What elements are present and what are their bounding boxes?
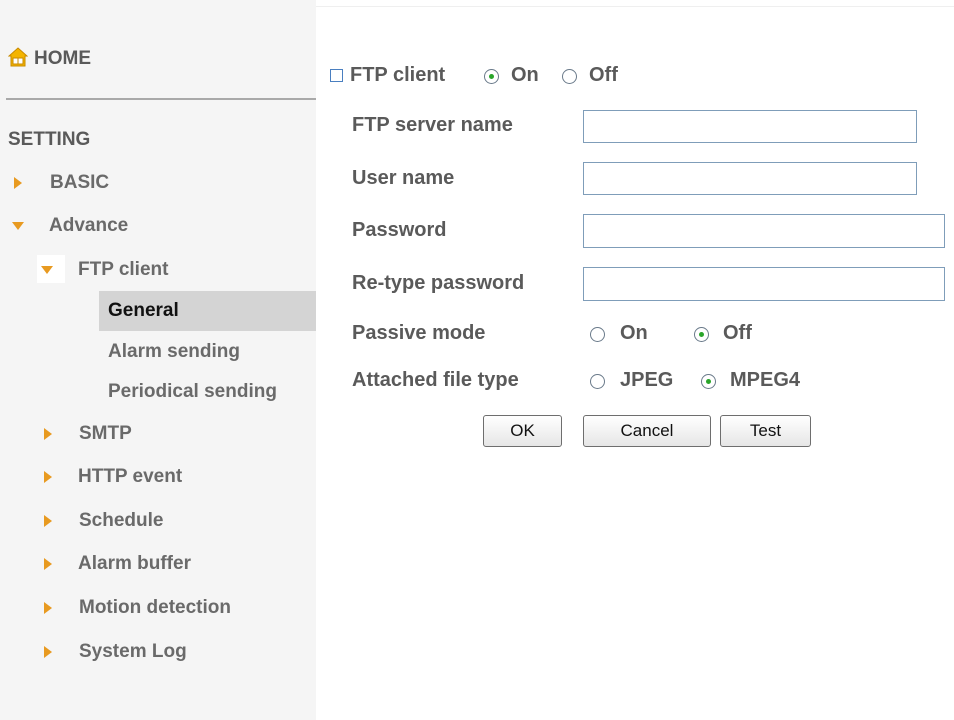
retype-password-label: Re-type password [352,272,525,294]
sidebar-item-label: SMTP [79,423,132,444]
sidebar-item-label: HTTP event [78,466,183,487]
retype-password-input[interactable] [583,267,945,301]
sidebar-item-smtp[interactable]: SMTP [44,422,132,446]
sidebar-item-advance[interactable]: Advance [12,214,128,238]
file-type-jpeg-radio[interactable] [590,374,605,389]
sidebar-item-schedule[interactable]: Schedule [44,509,163,533]
ok-button[interactable]: OK [483,415,562,447]
sidebar-item-label: System Log [79,641,187,662]
ftp-client-off-radio[interactable] [562,69,577,84]
section-square-icon [330,69,343,82]
sidebar-item-label: Advance [49,215,129,236]
sidebar-item-motion-detection[interactable]: Motion detection [44,596,231,620]
chevron-right-icon [44,428,66,440]
chevron-down-icon [41,266,63,274]
user-name-label: User name [352,167,455,189]
chevron-right-icon [44,471,66,483]
setting-heading: SETTING [8,129,91,150]
file-type-mpeg4-label: MPEG4 [730,369,801,391]
passive-mode-on-label: On [620,322,648,344]
sidebar-item-label: Alarm buffer [78,553,191,574]
chevron-right-icon [44,646,66,658]
ftp-server-name-input[interactable] [583,110,917,143]
ftp-server-name-label: FTP server name [352,114,513,136]
password-label: Password [352,219,447,241]
file-type-jpeg-label: JPEG [620,369,674,391]
file-type-mpeg4-radio[interactable] [701,374,716,389]
ftp-client-label: FTP client [350,64,446,86]
sidebar-subitem-periodical-sending[interactable]: Periodical sending [108,381,277,403]
sidebar-item-basic[interactable]: BASIC [14,171,109,195]
home-link[interactable]: HOME [7,44,91,74]
sidebar-item-label: BASIC [50,172,110,193]
sidebar-item-http-event[interactable]: HTTP event [44,465,182,489]
sidebar-item-label: Motion detection [79,597,231,618]
password-input[interactable] [583,214,945,248]
sidebar-item-label: FTP client [78,259,169,280]
sidebar-subitem-general[interactable]: General [108,300,179,322]
passive-mode-on-radio[interactable] [590,327,605,342]
sidebar-item-alarm-buffer[interactable]: Alarm buffer [44,552,191,576]
sidebar-item-label: Schedule [79,510,164,531]
home-label: HOME [34,48,91,69]
cancel-button[interactable]: Cancel [583,415,711,447]
sidebar-item-ftp-client[interactable]: FTP client [41,258,168,282]
chevron-down-icon [12,222,34,230]
chevron-right-icon [44,558,66,570]
ftp-client-off-label: Off [589,64,618,86]
sidebar: HOME SETTING BASIC Advance FTP client Ge… [0,0,316,720]
sidebar-subitem-alarm-sending[interactable]: Alarm sending [108,341,240,363]
home-icon [7,46,29,72]
user-name-input[interactable] [583,162,917,195]
passive-mode-off-radio[interactable] [694,327,709,342]
passive-mode-label: Passive mode [352,322,486,344]
ftp-client-on-radio[interactable] [484,69,499,84]
divider [316,6,954,7]
chevron-right-icon [44,602,66,614]
chevron-right-icon [44,515,66,527]
attached-file-type-label: Attached file type [352,369,519,391]
divider [6,98,316,100]
passive-mode-off-label: Off [723,322,752,344]
sidebar-item-system-log[interactable]: System Log [44,640,187,664]
chevron-right-icon [14,177,36,189]
ftp-client-on-label: On [511,64,539,86]
test-button[interactable]: Test [720,415,811,447]
